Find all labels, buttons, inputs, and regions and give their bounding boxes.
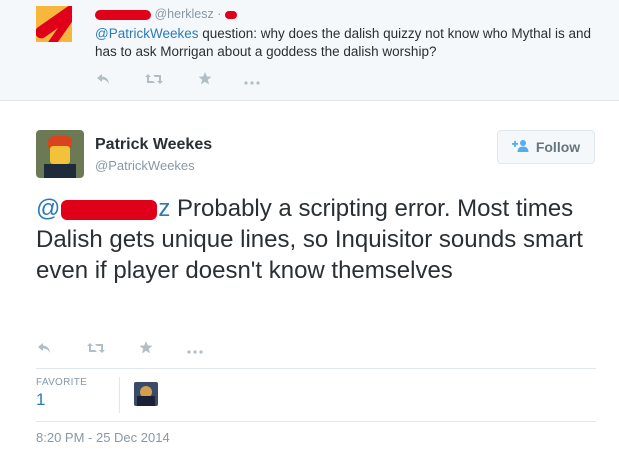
reply-icon[interactable]: [96, 72, 110, 88]
main-mention[interactable]: @: [36, 195, 60, 222]
add-person-icon: [511, 139, 530, 155]
reply-mention[interactable]: @PatrickWeekes: [95, 26, 199, 41]
retweet-icon[interactable]: [87, 341, 105, 357]
star-icon[interactable]: [198, 72, 212, 88]
more-icon[interactable]: [244, 72, 260, 88]
favoriter-avatar[interactable]: [134, 382, 158, 406]
follow-button[interactable]: Follow: [497, 130, 595, 164]
stats-divider: [119, 377, 120, 413]
reply-text: @PatrickWeekes question: why does the da…: [95, 25, 605, 61]
main-actions: [37, 341, 203, 357]
tweet-timestamp[interactable]: 8:20 PM - 25 Dec 2014: [36, 430, 170, 445]
star-icon[interactable]: [139, 341, 153, 357]
main-mention-end[interactable]: z: [158, 195, 170, 222]
reply-header: @herklesz ·: [95, 7, 237, 21]
reply-tweet: @herklesz · @PatrickWeekes question: why…: [0, 0, 619, 101]
reply-icon[interactable]: [37, 341, 51, 357]
reply-actions: [96, 72, 260, 88]
retweet-icon[interactable]: [145, 72, 163, 88]
author-handle[interactable]: @PatrickWeekes: [95, 158, 195, 173]
reply-avatar[interactable]: [36, 6, 72, 42]
more-icon[interactable]: [187, 341, 203, 357]
tweet-stats: FAVORITE 1: [36, 368, 596, 422]
redacted-mention: [61, 199, 158, 220]
avatar-face: [50, 146, 70, 164]
favorite-count[interactable]: 1: [36, 390, 45, 410]
redacted-time: [224, 10, 237, 19]
main-tweet-text: @ z Probably a scripting error. Most time…: [36, 193, 596, 286]
separator-dot: ·: [217, 7, 222, 21]
favorite-label: FAVORITE: [36, 377, 88, 388]
reply-handle[interactable]: @herklesz: [154, 7, 213, 21]
redacted-name: [95, 9, 151, 20]
favoriter-avatar-body: [137, 396, 155, 406]
author-avatar[interactable]: [36, 130, 84, 178]
author-name[interactable]: Patrick Weekes: [95, 136, 212, 154]
avatar-suit: [44, 164, 76, 178]
follow-label: Follow: [535, 139, 581, 155]
